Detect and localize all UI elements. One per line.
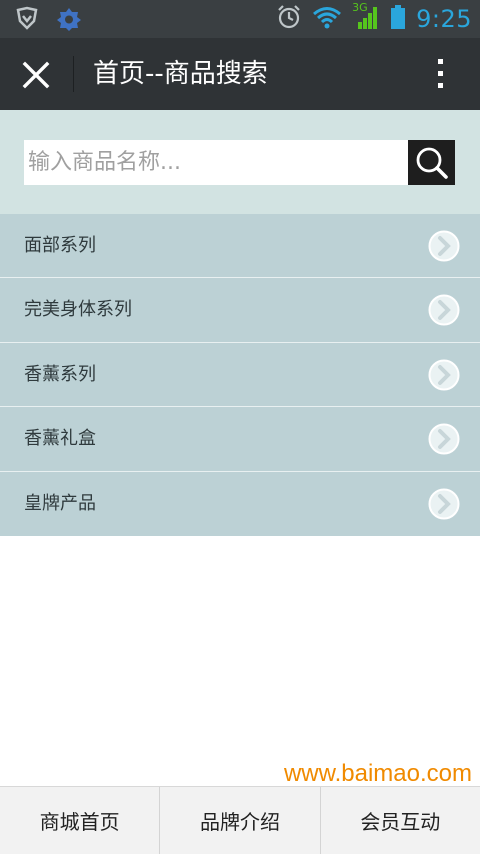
network-type-label: 3G — [352, 1, 368, 14]
title-bar: 首页--商品搜索 — [0, 38, 480, 110]
watermark: www.baimao.com — [283, 760, 472, 787]
settings-icon — [56, 6, 82, 36]
nav-item-member[interactable]: 会员互动 — [321, 787, 480, 854]
close-icon — [22, 61, 50, 89]
category-label: 香薰系列 — [24, 363, 96, 385]
title-divider — [73, 56, 74, 92]
category-item-aroma-gift[interactable]: 香薰礼盒 — [0, 407, 480, 472]
category-item-aroma[interactable]: 香薰系列 — [0, 342, 480, 408]
bottom-nav: 商城首页 品牌介绍 会员互动 — [0, 786, 480, 854]
nav-item-brand[interactable]: 品牌介绍 — [160, 787, 321, 854]
close-button[interactable] — [18, 57, 54, 93]
wifi-icon — [312, 4, 342, 34]
search-button[interactable] — [408, 140, 455, 185]
search-icon — [416, 147, 448, 179]
category-label: 香薰礼盒 — [24, 428, 96, 450]
signal-icon: 3G — [352, 1, 380, 34]
page-title: 首页--商品搜索 — [93, 59, 268, 89]
more-menu-button[interactable] — [430, 56, 452, 92]
nav-item-home[interactable]: 商城首页 — [0, 787, 161, 854]
category-label: 皇牌产品 — [24, 492, 96, 514]
status-clock: 9:25 — [416, 5, 472, 33]
status-left-icons — [14, 6, 82, 36]
status-bar: 3G 9:25 — [0, 0, 480, 38]
shield-icon — [14, 6, 40, 36]
chevron-right-icon — [428, 294, 460, 326]
chevron-right-icon — [428, 423, 460, 455]
search-input[interactable] — [24, 140, 408, 185]
category-label: 面部系列 — [24, 235, 96, 256]
alarm-icon — [276, 4, 302, 34]
category-item-signature[interactable]: 皇牌产品 — [0, 471, 480, 536]
chevron-right-icon — [428, 230, 460, 262]
battery-icon — [390, 4, 406, 34]
status-right-icons: 3G 9:25 — [276, 1, 472, 34]
category-list: 面部系列 完美身体系列 香薰系列 香薰礼盒 皇牌产品 — [0, 214, 480, 536]
chevron-right-icon — [428, 488, 460, 520]
category-label: 完美身体系列 — [24, 299, 132, 321]
chevron-right-icon — [428, 359, 460, 391]
category-item-face[interactable]: 面部系列 — [0, 214, 480, 279]
category-item-body[interactable]: 完美身体系列 — [0, 278, 480, 343]
more-vertical-icon — [438, 59, 443, 88]
